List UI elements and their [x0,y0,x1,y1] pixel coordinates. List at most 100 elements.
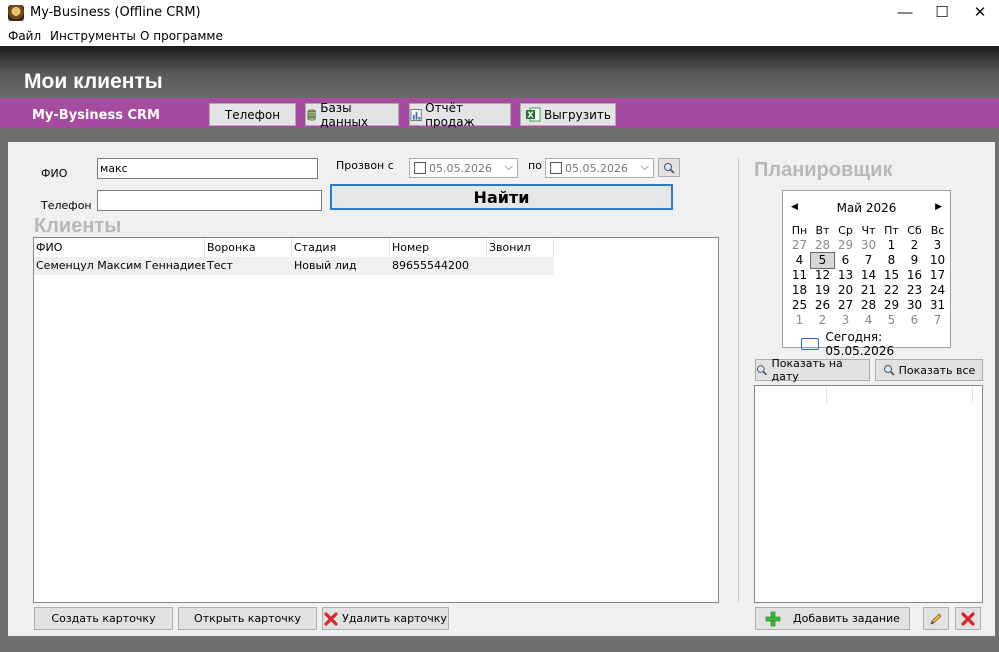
calendar-day[interactable]: 18 [788,283,811,298]
column-header-fio[interactable]: ФИО [34,238,205,257]
call-from-date-picker[interactable]: 05.05.2026 ⌵ [409,158,518,178]
column-header-called[interactable]: Звонил [487,238,554,257]
calendar-grid[interactable]: Пн Вт Ср Чт Пт Сб Вс 27 28 29 30 1 2 3 4 5 6 7 8 9 10 11 12 13 1… [788,223,949,328]
calendar-day[interactable]: 5 [880,313,903,328]
calendar-day[interactable]: 27 [788,238,811,253]
call-to-date-picker[interactable]: 05.05.2026 ⌵ [545,158,654,178]
find-button[interactable]: Найти [330,184,673,210]
calendar-day[interactable]: 30 [903,298,926,313]
calendar-day[interactable]: 4 [857,313,880,328]
task-list-column-divider [972,386,973,404]
calendar-day[interactable]: 11 [788,268,811,283]
date-search-button[interactable] [658,158,680,177]
calendar-next-icon[interactable]: ▶ [935,201,942,212]
calendar-day[interactable]: 5 [810,252,835,269]
calendar-day[interactable]: 26 [811,298,834,313]
chevron-down-icon: ⌵ [504,160,513,173]
table-cell-called[interactable] [487,257,554,275]
calendar-day[interactable]: 13 [834,268,857,283]
calendar-day[interactable]: 2 [903,238,926,253]
delete-card-button[interactable]: Удалить карточку [322,607,449,630]
task-list[interactable] [754,385,983,603]
calendar-day[interactable]: 31 [926,298,949,313]
close-button[interactable]: ✕ [957,0,999,26]
clients-table[interactable]: ФИО Воронка Стадия Номер Звонил Семенцул… [33,237,719,603]
call-from-checkbox[interactable] [414,162,426,174]
today-marker-icon [801,338,820,350]
calendar-day[interactable]: 30 [857,238,880,253]
calendar-day[interactable]: 29 [880,298,903,313]
calendar-day[interactable]: 7 [857,253,880,268]
show-by-date-button[interactable]: Показать на дату [755,357,870,383]
planner-title: Планировщик [754,159,893,181]
create-card-button[interactable]: Создать карточку [34,607,173,630]
calendar-day[interactable]: 9 [903,253,926,268]
open-card-button[interactable]: Открыть карточку [178,607,317,630]
calendar-day[interactable]: 8 [880,253,903,268]
calendar-day[interactable]: 14 [857,268,880,283]
app-icon [8,5,24,21]
calendar-day[interactable]: 7 [926,313,949,328]
calendar-day[interactable]: 4 [788,253,811,268]
calendar-weekday: Пн [791,224,808,237]
svg-text:X: X [527,111,534,120]
phone-button[interactable]: Телефон [209,103,296,126]
calendar-weekday: Вс [930,224,945,237]
phone-input[interactable] [97,190,322,211]
menu-file[interactable]: Файл [8,29,41,43]
calendar-day[interactable]: 28 [857,298,880,313]
calendar-day[interactable]: 10 [926,253,949,268]
calendar-day[interactable]: 22 [880,283,903,298]
calendar-day[interactable]: 25 [788,298,811,313]
task-list-column-divider [826,386,827,404]
delete-card-label: Удалить карточку [342,612,447,625]
calendar-day[interactable]: 19 [811,283,834,298]
calendar-day[interactable]: 28 [811,238,834,253]
calendar-day[interactable]: 27 [834,298,857,313]
column-header-number[interactable]: Номер [390,238,487,257]
add-task-button[interactable]: Добавить задание [755,607,910,630]
calendar-day[interactable]: 3 [926,238,949,253]
table-cell-funnel[interactable]: Тест [205,257,292,275]
menu-about[interactable]: О программе [140,29,223,43]
menu-tools[interactable]: Инструменты [50,29,136,43]
calendar-day[interactable]: 29 [834,238,857,253]
delete-task-button[interactable] [955,607,981,630]
calendar-day[interactable]: 17 [926,268,949,283]
calendar-day[interactable]: 6 [903,313,926,328]
export-button[interactable]: X Выгрузить [520,103,616,126]
calendar-day[interactable]: 1 [880,238,903,253]
phone-button-label: Телефон [224,107,281,122]
calendar-day[interactable]: 16 [903,268,926,283]
sales-report-button[interactable]: Отчёт продаж [409,101,511,129]
report-chart-icon [410,108,422,121]
export-button-label: Выгрузить [544,107,611,122]
call-to-label: по [528,159,542,172]
calendar-day[interactable]: 2 [811,313,834,328]
excel-icon: X [526,107,541,122]
calendar-day[interactable]: 20 [834,283,857,298]
calendar-today[interactable]: Сегодня: 05.05.2026 [801,330,950,358]
column-header-funnel[interactable]: Воронка [205,238,292,257]
calendar-day[interactable]: 12 [811,268,834,283]
fio-input[interactable] [97,158,318,179]
table-cell-number[interactable]: 89655544200 [390,257,487,275]
edit-task-button[interactable] [923,607,949,630]
calendar-day[interactable]: 3 [834,313,857,328]
table-cell-stage[interactable]: Новый лид [292,257,390,275]
column-header-stage[interactable]: Стадия [292,238,390,257]
show-all-button[interactable]: Показать все [875,359,983,381]
calendar-day[interactable]: 24 [926,283,949,298]
calendar[interactable]: ◀ Май 2026 ▶ Пн Вт Ср Чт Пт Сб Вс 27 28 29 30 1 2 3 4 5… [782,190,951,358]
calendar-day[interactable]: 15 [880,268,903,283]
calendar-weekday: Сб [907,224,922,237]
databases-button[interactable]: Базы данных [305,101,399,129]
calendar-day[interactable]: 23 [903,283,926,298]
table-cell-fio[interactable]: Семенцул Максим Геннадиевич [34,257,205,275]
calendar-day[interactable]: 1 [788,313,811,328]
calendar-weekday: Ср [838,224,853,237]
brand-label: My-Bysiness CRM [32,108,160,123]
calendar-day[interactable]: 21 [857,283,880,298]
calendar-day[interactable]: 6 [834,253,857,268]
call-to-checkbox[interactable] [550,162,562,174]
